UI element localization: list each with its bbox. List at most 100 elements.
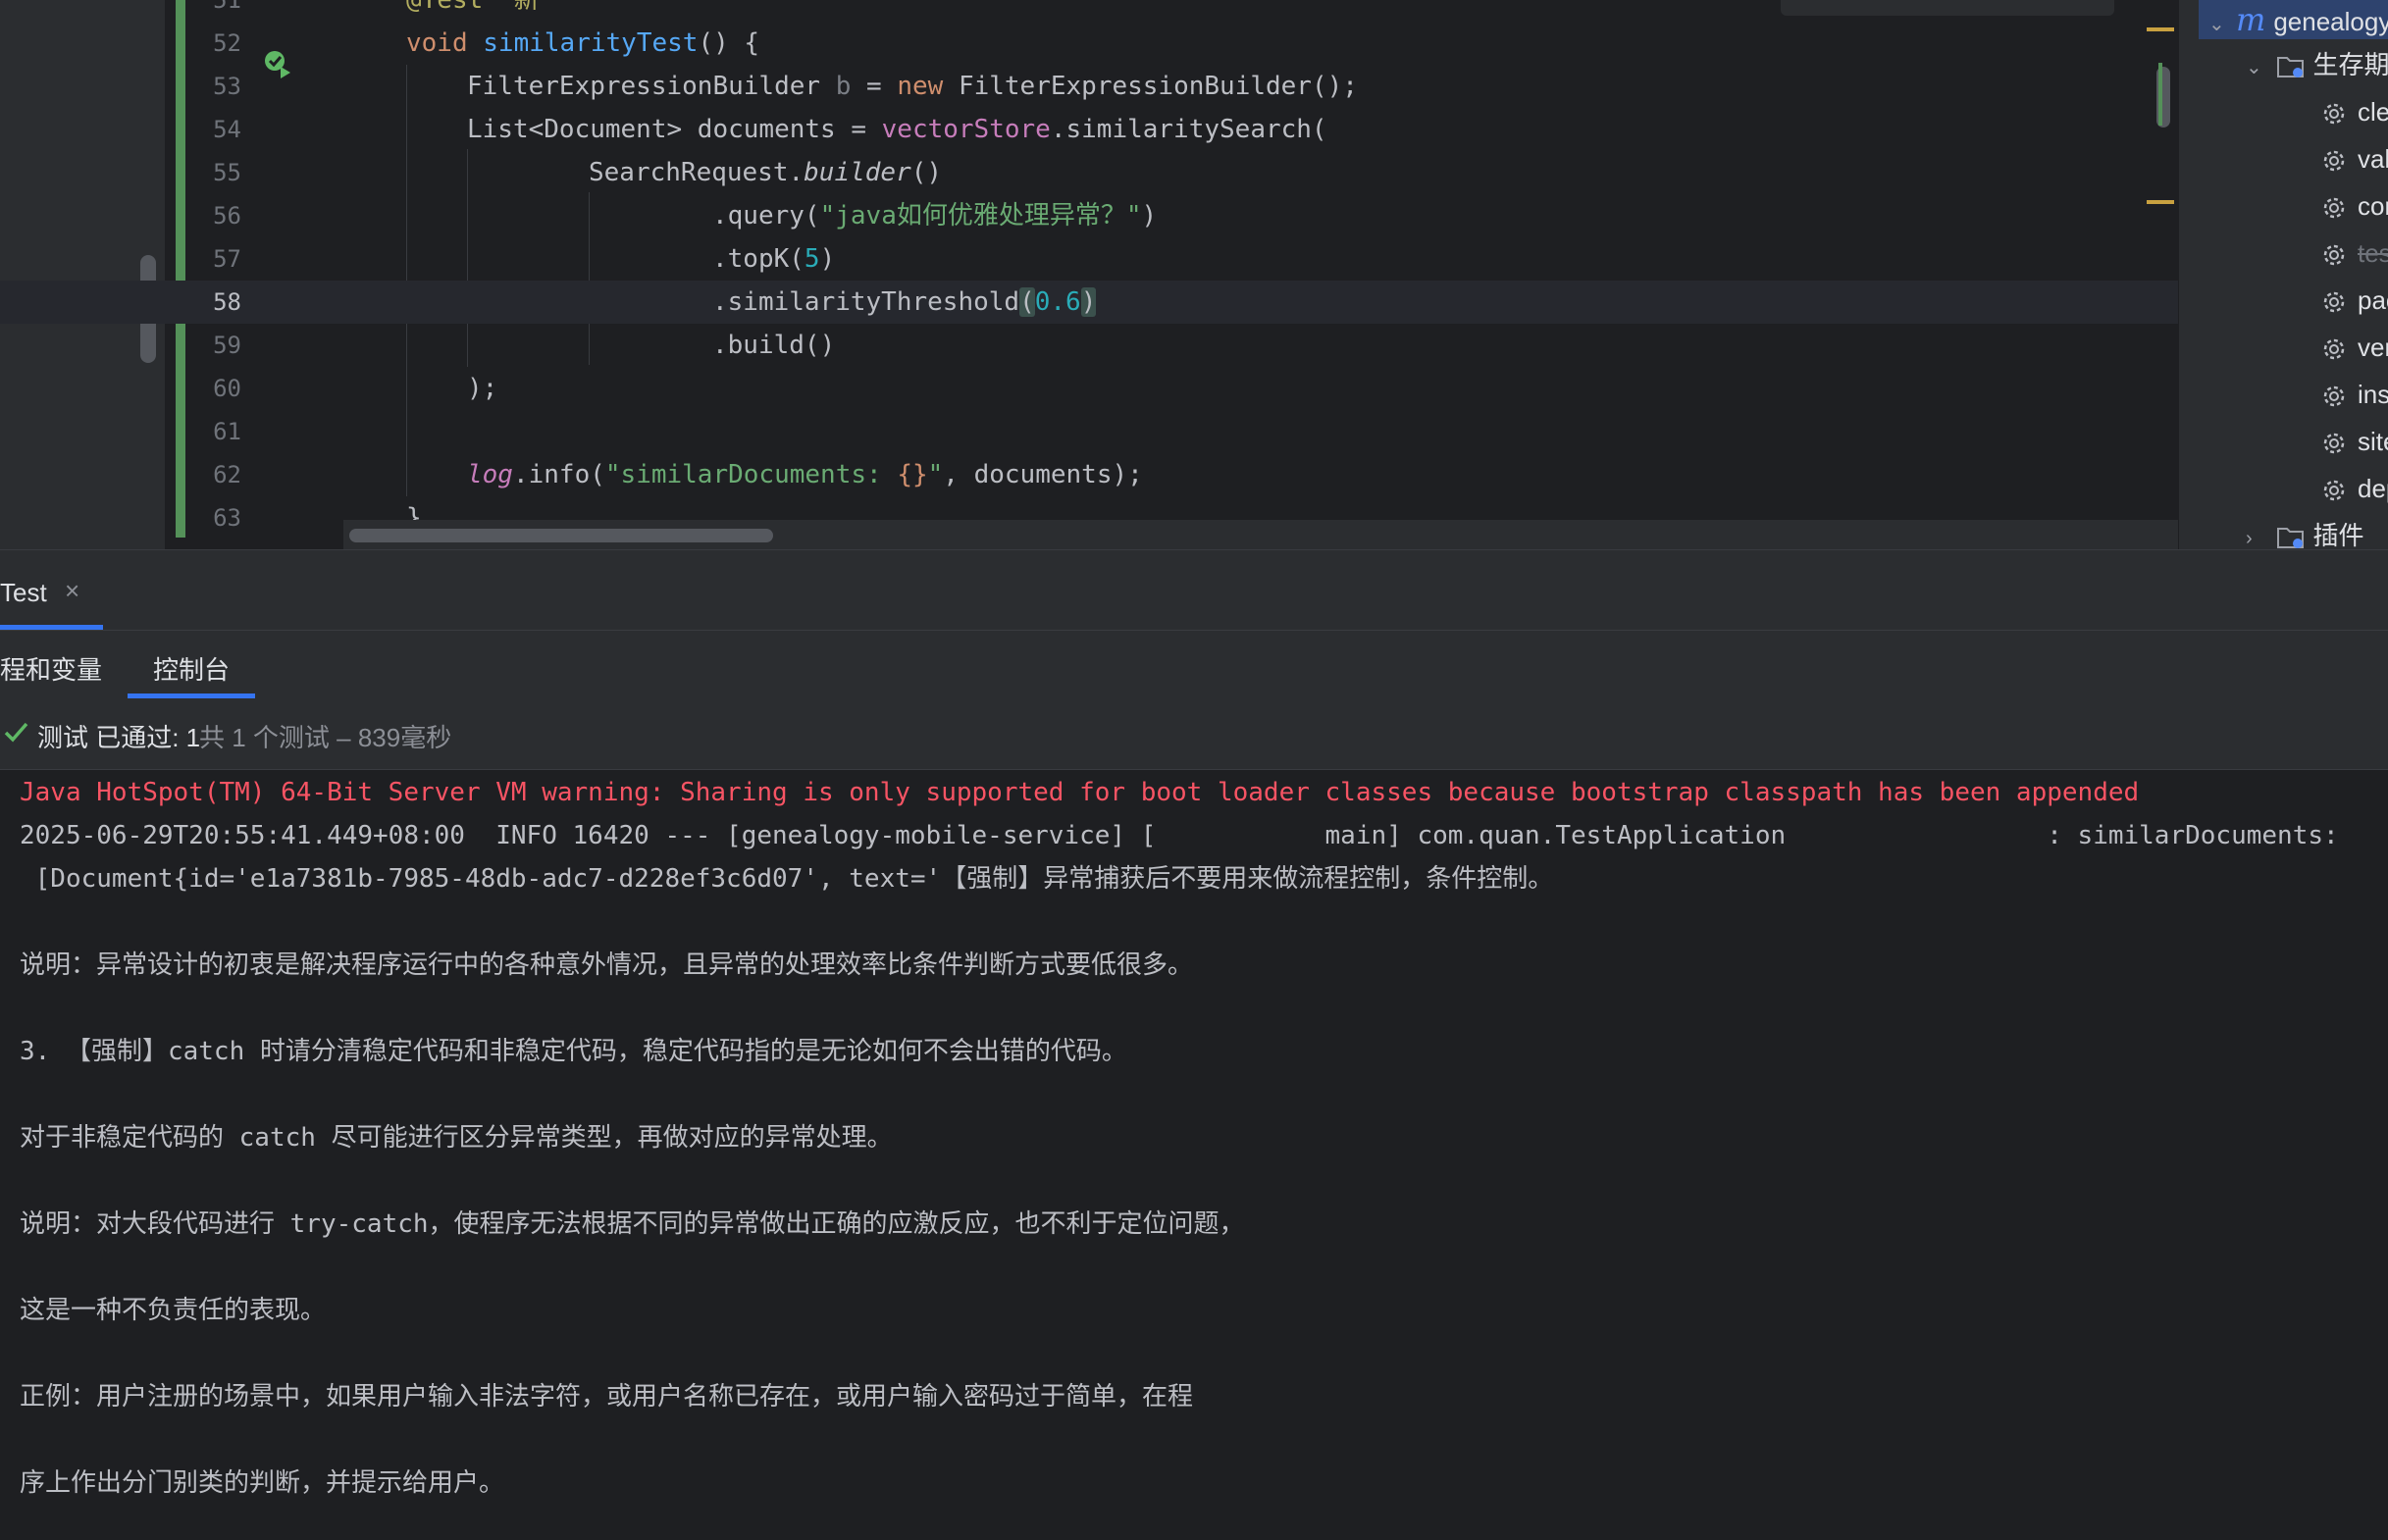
code-text: .similarityThreshold(0.6)	[712, 287, 1097, 317]
folder-gear-icon	[2277, 57, 2305, 78]
run-tab[interactable]: Test	[0, 578, 47, 608]
gear-icon	[2320, 233, 2348, 273]
check-icon	[4, 722, 28, 743]
chevron-down-icon: ⌄	[2208, 14, 2225, 35]
line-number: 61	[213, 418, 241, 445]
chevron-right-icon: ›	[2246, 528, 2253, 549]
gear-icon	[2320, 92, 2348, 131]
code-line: 62 log.info("similarDocuments: {}", docu…	[0, 453, 2178, 496]
line-number: 53	[213, 73, 241, 100]
code-text: .topK(5)	[712, 244, 836, 274]
code-line: 53 FilterExpressionBuilder b = new Filte…	[0, 65, 2178, 108]
code-text: .query("java如何优雅处理异常？")	[712, 201, 1158, 231]
lifecycle-item-label: deploy	[2358, 474, 2388, 503]
warning-marker[interactable]	[2147, 27, 2174, 31]
warning-marker[interactable]	[2147, 200, 2174, 204]
lifecycle-item-label: install	[2358, 380, 2388, 409]
tab-console[interactable]: 控制台	[153, 650, 230, 687]
change-marker	[2158, 63, 2162, 126]
line-number: 52	[213, 29, 241, 57]
line-number: 60	[213, 375, 241, 402]
line-number: 51	[213, 0, 241, 14]
line-number: 58	[213, 288, 241, 316]
lifecycle-item-label: package	[2358, 285, 2388, 315]
lifecycle-item-verify[interactable]: verify	[2320, 328, 2388, 367]
console-line: 序上作出分门别类的判断，并提示给用户。	[20, 1468, 505, 1498]
lifecycle-item-label: compile	[2358, 191, 2388, 221]
lifecycle-item-deploy[interactable]: deploy	[2320, 469, 2388, 508]
code-text: FilterExpressionBuilder b = new FilterEx…	[467, 72, 1358, 101]
close-icon[interactable]: ×	[65, 576, 79, 606]
console-line: 对于非稳定代码的 catch 尽可能进行区分异常类型，再做对应的异常处理。	[20, 1123, 893, 1153]
code-line: 52 void similarityTest() {	[0, 22, 2178, 78]
gear-icon	[2320, 469, 2348, 508]
code-line: 57 .topK(5)	[0, 237, 2178, 281]
code-text: .build()	[712, 331, 836, 360]
lifecycle-item-label: clean	[2358, 97, 2388, 127]
console-output[interactable]: Java HotSpot(TM) 64-Bit Server VM warnin…	[0, 771, 2388, 1540]
line-number: 56	[213, 202, 241, 230]
lifecycle-item-compile[interactable]: compile	[2320, 186, 2388, 226]
code-line: 51 @Test 新	[0, 0, 2178, 22]
gear-icon	[2320, 422, 2348, 461]
run-tool-window: Test × 程和变量 控制台 测试 已通过: 1 共 1 个测试 – 839毫…	[0, 549, 2388, 1540]
maven-tree[interactable]: ⌄ mgenealogy ⌄ 生存期 clean validate compile…	[2178, 0, 2388, 549]
gear-icon	[2320, 281, 2348, 320]
gear-icon	[2320, 139, 2348, 179]
code-text: @Test 新	[406, 0, 540, 15]
lifecycle-item-label: verify	[2358, 333, 2388, 362]
lifecycle-item-validate[interactable]: validate	[2320, 139, 2388, 179]
console-line: Java HotSpot(TM) 64-Bit Server VM warnin…	[20, 778, 2140, 807]
test-status-detail: 共 1 个测试 – 839毫秒	[199, 723, 452, 752]
lifecycle-item-package[interactable]: package	[2320, 281, 2388, 320]
lifecycle-item-site[interactable]: site	[2320, 422, 2388, 461]
code-editor[interactable]: 51 @Test 新 52 void similarityTest() { 53…	[0, 0, 2178, 549]
line-number: 54	[213, 116, 241, 143]
code-line: 55 SearchRequest.builder()	[0, 151, 2178, 194]
console-line: 3. 【强制】catch 时请分清稳定代码和非稳定代码，稳定代码指的是无论如何不…	[20, 1037, 1127, 1066]
code-text: );	[467, 374, 498, 403]
console-line: 说明：异常设计的初衷是解决程序运行中的各种意外情况，且异常的处理效率比条件判断方…	[20, 950, 1194, 980]
folder-gear-icon	[2277, 528, 2305, 549]
console-line: 正例：用户注册的场景中，如果用户输入非法字符，或用户名称已存在，或用户输入密码过…	[20, 1382, 1194, 1412]
code-text: SearchRequest.builder()	[589, 158, 943, 187]
tree-folder-plugins[interactable]: › 插件	[2246, 516, 2363, 549]
code-text: List<Document> documents = vectorStore.s…	[467, 115, 1327, 144]
lifecycle-item-label: test	[2358, 238, 2388, 268]
code-text: log.info("similarDocuments: {}", documen…	[467, 460, 1143, 489]
tree-root-label: genealogy	[2273, 7, 2388, 36]
console-line: 这是一种不负责任的表现。	[20, 1296, 327, 1325]
run-tab-bar: Test ×	[0, 549, 2388, 631]
code-line-current: 58 .similarityThreshold(0.6)	[0, 281, 2178, 324]
lifecycle-item-label: site	[2358, 427, 2388, 456]
line-number: 63	[213, 504, 241, 532]
tree-folder-label: 生存期	[2312, 50, 2388, 79]
tree-root-genealogy[interactable]: ⌄ m genealogy	[2199, 0, 2388, 39]
chevron-down-icon: ⌄	[2246, 57, 2262, 78]
run-subtabs: 程和变量 控制台	[0, 630, 2388, 700]
line-number: 62	[213, 461, 241, 488]
console-line: 说明：对大段代码进行 try-catch，使程序无法根据不同的异常做出正确的应激…	[20, 1209, 1245, 1239]
lifecycle-item-label: validate	[2358, 144, 2388, 174]
line-number: 57	[213, 245, 241, 273]
gear-icon	[2320, 375, 2348, 414]
lifecycle-item-clean[interactable]: clean	[2320, 92, 2388, 131]
code-line: 60 );	[0, 367, 2178, 410]
code-text: void similarityTest() {	[406, 28, 760, 58]
test-status-label: 测试 已通过: 1	[37, 723, 201, 752]
code-line: 54 List<Document> documents = vectorStor…	[0, 108, 2178, 151]
tab-variables[interactable]: 程和变量	[0, 650, 102, 687]
line-number: 55	[213, 159, 241, 186]
test-status-bar: 测试 已通过: 1 共 1 个测试 – 839毫秒	[0, 698, 2388, 770]
console-line: [Document{id='e1a7381b-7985-48db-adc7-d2…	[20, 864, 1554, 894]
maven-icon: m	[2236, 1, 2266, 38]
tree-folder-lifecycle[interactable]: ⌄ 生存期	[2246, 45, 2388, 84]
horizontal-scroll-thumb[interactable]	[349, 529, 773, 542]
lifecycle-item-install[interactable]: install	[2320, 375, 2388, 414]
code-line: 59 .build()	[0, 324, 2178, 367]
console-line: 2025-06-29T20:55:41.449+08:00 INFO 16420…	[20, 821, 2339, 850]
tree-folder-label: 插件	[2312, 521, 2364, 549]
gear-icon	[2320, 186, 2348, 226]
lifecycle-item-test[interactable]: test	[2320, 233, 2388, 273]
gear-icon	[2320, 328, 2348, 367]
